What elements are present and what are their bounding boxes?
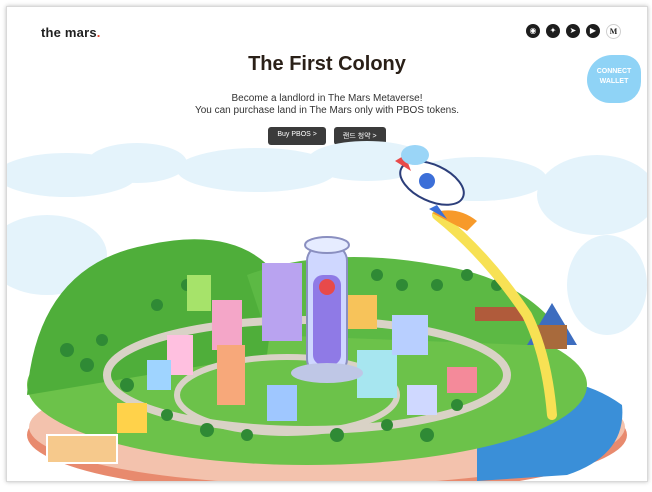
logo-dot: . [96, 25, 101, 40]
sports-court [46, 434, 118, 464]
page-title: The First Colony [248, 53, 406, 75]
logo[interactable]: the mars. [41, 25, 101, 40]
telegram-icon[interactable]: ➤ [566, 24, 580, 38]
social-links: ◉ ✦ ➤ ▶ M [526, 24, 621, 39]
twitter-icon[interactable]: ✦ [546, 24, 560, 38]
logo-text: the mars [41, 25, 97, 40]
medium-icon[interactable]: M [606, 24, 621, 39]
youtube-icon[interactable]: ▶ [586, 24, 600, 38]
discord-icon[interactable]: ◉ [526, 24, 540, 38]
colony-illustration [7, 141, 647, 481]
hero-subtitle-line1: Become a landlord in The Mars Metaverse! [231, 93, 423, 104]
hero-subtitle-line2: You can purchase land in The Mars only w… [194, 105, 460, 116]
browser-frame: the mars. ◉ ✦ ➤ ▶ M CONNECT WALLET The F… [6, 6, 648, 482]
